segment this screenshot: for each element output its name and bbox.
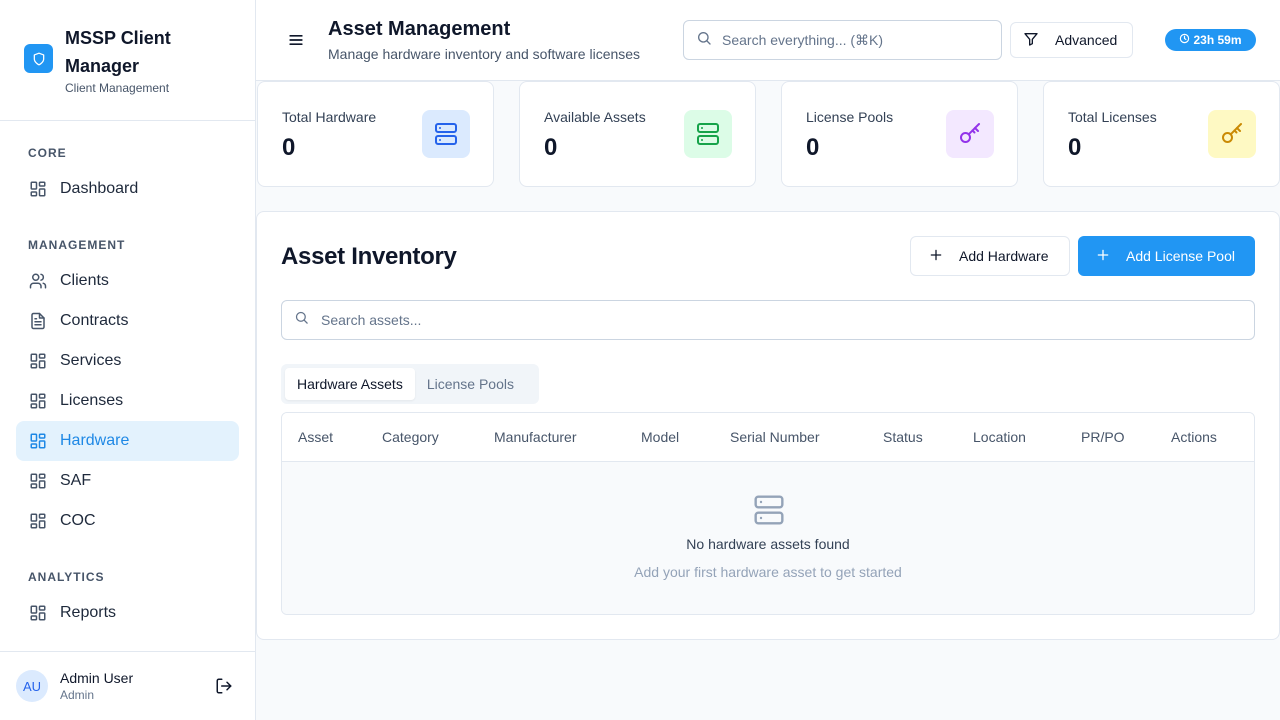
advanced-filter-label: Advanced xyxy=(1055,32,1118,48)
sidebar-item-coc[interactable]: COC xyxy=(16,501,239,541)
sidebar-item-saf[interactable]: SAF xyxy=(16,461,239,501)
search-icon xyxy=(294,310,309,330)
empty-state: No hardware assets found Add your first … xyxy=(282,462,1254,614)
server-icon xyxy=(684,110,732,158)
empty-state-subtitle: Add your first hardware asset to get sta… xyxy=(634,564,902,580)
advanced-filter-button[interactable]: Advanced xyxy=(1010,22,1133,58)
nav-section-management: MANAGEMENT xyxy=(28,238,126,252)
sidebar-item-dashboard[interactable]: Dashboard xyxy=(16,169,239,209)
empty-state-title: No hardware assets found xyxy=(686,536,850,552)
asset-search-input[interactable] xyxy=(321,312,1221,328)
nav-section-analytics: ANALYTICS xyxy=(28,570,105,584)
session-timer-badge: 23h 59m xyxy=(1165,29,1256,51)
sidebar-item-label: Reports xyxy=(60,604,117,621)
sidebar-item-label: Licenses xyxy=(60,392,124,409)
stat-card-total-licenses: Total Licenses 0 xyxy=(1043,81,1280,187)
stat-value: 0 xyxy=(544,134,558,161)
sidebar-item-hardware[interactable]: Hardware xyxy=(16,421,239,461)
sidebar-item-contracts[interactable]: Contracts xyxy=(16,301,239,341)
sidebar-item-label: Hardware xyxy=(60,432,130,449)
grid-icon xyxy=(28,391,48,411)
add-hardware-label: Add Hardware xyxy=(959,248,1049,264)
app-name: MSSP Client Manager xyxy=(65,28,171,76)
user-name: Admin User xyxy=(60,670,134,686)
menu-icon[interactable] xyxy=(286,30,306,50)
stat-label: Total Licenses xyxy=(1068,109,1157,125)
column-header-serial-number[interactable]: Serial Number xyxy=(730,429,819,445)
column-header-location[interactable]: Location xyxy=(973,429,1026,445)
sidebar-item-label: COC xyxy=(60,512,96,529)
column-header-status[interactable]: Status xyxy=(883,429,923,445)
sidebar-item-label: Services xyxy=(60,352,122,369)
stat-value: 0 xyxy=(1068,134,1082,161)
add-license-pool-button[interactable]: Add License Pool xyxy=(1078,236,1255,276)
session-timer-text: 23h 59m xyxy=(1193,33,1242,47)
add-hardware-button[interactable]: Add Hardware xyxy=(910,236,1070,276)
plus-icon xyxy=(1096,248,1110,265)
stat-card-available-assets: Available Assets 0 xyxy=(519,81,756,187)
asset-search xyxy=(281,300,1255,340)
global-search-input[interactable] xyxy=(722,32,982,48)
grid-icon xyxy=(28,431,48,451)
clock-icon xyxy=(1179,33,1190,47)
grid-icon xyxy=(28,511,48,531)
key-icon xyxy=(1208,110,1256,158)
asset-tabs: Hardware Assets License Pools xyxy=(281,364,539,404)
sidebar-item-reports[interactable]: Reports xyxy=(16,593,239,633)
grid-icon xyxy=(28,351,48,371)
asset-inventory-panel: Asset Inventory Add Hardware Add License… xyxy=(256,211,1280,640)
brand: MSSP Client Manager Client Management xyxy=(0,0,255,121)
sidebar-item-label: Contracts xyxy=(60,312,129,329)
sidebar-item-licenses[interactable]: Licenses xyxy=(16,381,239,421)
page-title: Asset Management xyxy=(328,18,511,40)
app-subtitle: Client Management xyxy=(65,81,170,95)
sidebar-item-label: SAF xyxy=(60,472,92,489)
sidebar-item-label: Dashboard xyxy=(60,180,139,197)
sidebar-item-clients[interactable]: Clients xyxy=(16,261,239,301)
stat-label: License Pools xyxy=(806,109,894,125)
column-header-manufacturer[interactable]: Manufacturer xyxy=(494,429,576,445)
sidebar-item-services[interactable]: Services xyxy=(16,341,239,381)
stat-label: Available Assets xyxy=(544,109,646,125)
panel-title: Asset Inventory xyxy=(281,243,457,270)
column-header-asset[interactable]: Asset xyxy=(298,429,333,445)
add-license-pool-label: Add License Pool xyxy=(1126,248,1235,264)
stat-label: Total Hardware xyxy=(282,109,377,125)
logout-icon[interactable] xyxy=(215,677,233,695)
grid-icon xyxy=(28,471,48,491)
stat-card-license-pools: License Pools 0 xyxy=(781,81,1018,187)
server-icon xyxy=(422,110,470,158)
file-text-icon xyxy=(28,311,48,331)
grid-icon xyxy=(28,603,48,623)
filter-icon xyxy=(1023,31,1039,50)
server-icon xyxy=(753,494,785,526)
table-header: Asset Category Manufacturer Model Serial… xyxy=(282,413,1254,462)
column-header-actions: Actions xyxy=(1171,429,1217,445)
page-subtitle: Manage hardware inventory and software l… xyxy=(328,46,641,62)
global-search xyxy=(683,20,1002,60)
column-header-pr-po[interactable]: PR/PO xyxy=(1081,429,1125,445)
column-header-model[interactable]: Model xyxy=(641,429,679,445)
nav-section-core: CORE xyxy=(28,146,67,160)
user-profile: AU Admin User Admin xyxy=(0,651,255,720)
sidebar: MSSP Client Manager Client Management CO… xyxy=(0,0,256,720)
key-icon xyxy=(946,110,994,158)
stat-card-total-hardware: Total Hardware 0 xyxy=(257,81,494,187)
avatar[interactable]: AU xyxy=(16,670,48,702)
search-icon xyxy=(696,30,712,51)
shield-icon xyxy=(24,44,53,73)
stat-value: 0 xyxy=(806,134,820,161)
grid-icon xyxy=(28,179,48,199)
column-header-category[interactable]: Category xyxy=(382,429,439,445)
plus-icon xyxy=(929,248,943,265)
stat-value: 0 xyxy=(282,134,296,161)
top-header: Asset Management Manage hardware invento… xyxy=(256,0,1280,81)
user-role: Admin xyxy=(60,688,95,702)
tab-hardware-assets[interactable]: Hardware Assets xyxy=(285,368,415,400)
users-icon xyxy=(28,271,48,291)
tab-license-pools[interactable]: License Pools xyxy=(415,368,526,400)
hardware-table: Asset Category Manufacturer Model Serial… xyxy=(281,412,1255,615)
sidebar-item-label: Clients xyxy=(60,272,109,289)
